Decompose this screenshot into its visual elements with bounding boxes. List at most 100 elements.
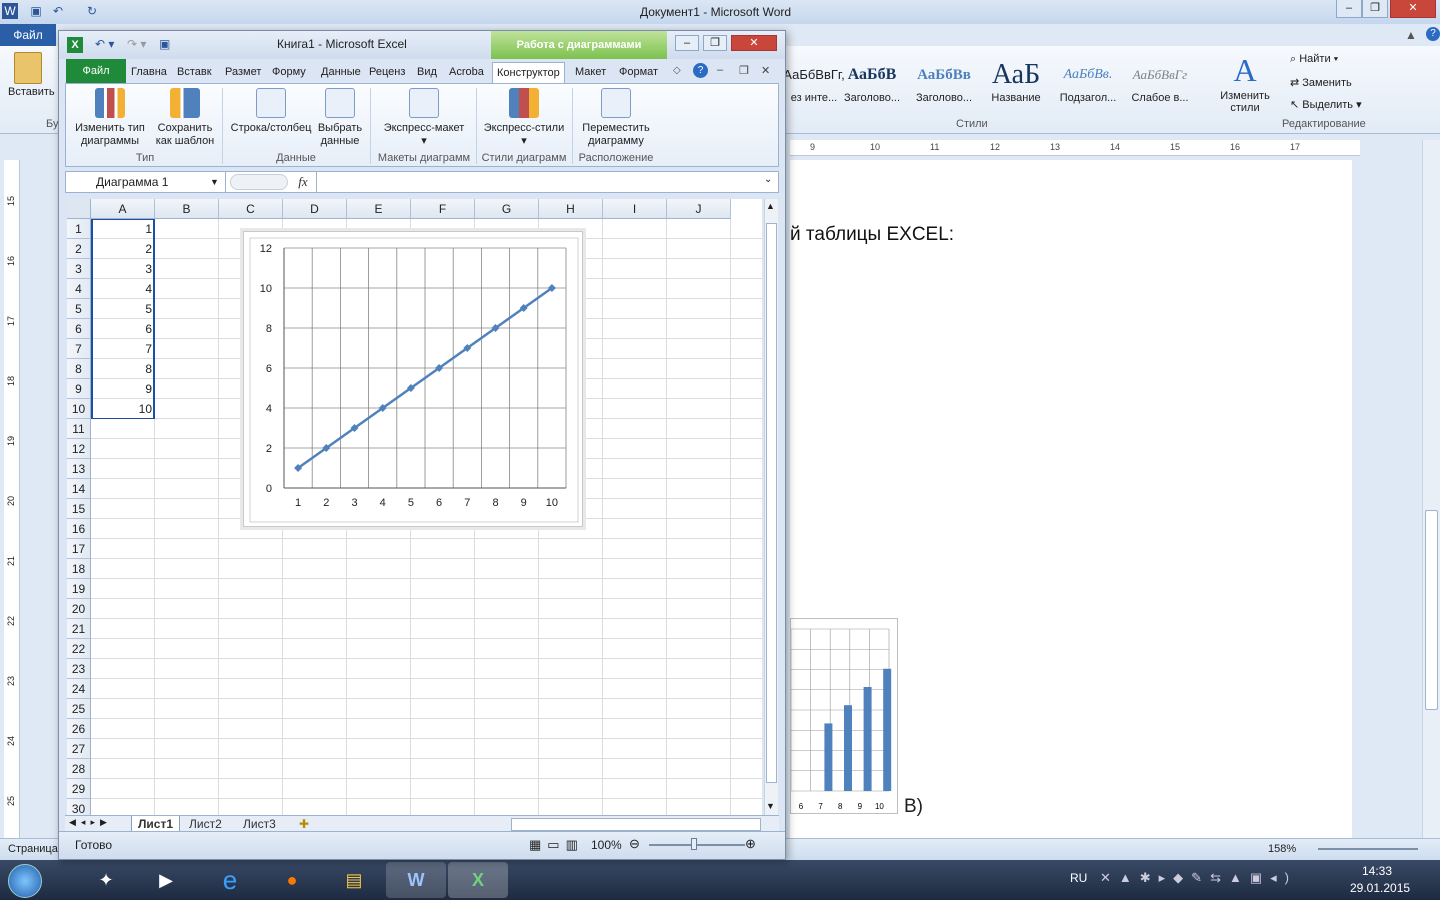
clock-time[interactable]: 14:33 bbox=[1362, 864, 1392, 878]
row-header[interactable]: 20 bbox=[67, 599, 91, 619]
minimize-button[interactable]: – bbox=[1336, 0, 1362, 18]
style-subtle-emphasis[interactable]: АаБбВвГг Слабое в... bbox=[1128, 58, 1192, 114]
formula-expand-icon[interactable]: ⌄ bbox=[764, 174, 772, 185]
taskbar-ie-icon[interactable]: e bbox=[200, 862, 260, 898]
row-header[interactable]: 29 bbox=[67, 779, 91, 799]
column-header[interactable]: J bbox=[667, 199, 731, 219]
row-header[interactable]: 11 bbox=[67, 419, 91, 439]
taskbar-word-icon[interactable]: W bbox=[386, 862, 446, 898]
row-header[interactable]: 27 bbox=[67, 739, 91, 759]
row-header[interactable]: 1 bbox=[67, 219, 91, 239]
view-mode-icons[interactable]: ▦▭▥ bbox=[529, 837, 584, 853]
horizontal-scrollbar[interactable] bbox=[511, 818, 761, 831]
style-subtitle[interactable]: АаБбВв. Подзагол... bbox=[1056, 58, 1120, 114]
tab-insert[interactable]: Вставк bbox=[173, 62, 216, 83]
column-header[interactable]: G bbox=[475, 199, 539, 219]
row-header[interactable]: 25 bbox=[67, 699, 91, 719]
formula-input[interactable] bbox=[316, 172, 762, 192]
worksheet-grid[interactable]: A B C D E F G H I J 1 2 3 4 5 6 7 8 9 10 11 12 13 14 15 16 17 18 19 2… bbox=[67, 199, 762, 815]
word-scroll-thumb[interactable] bbox=[1425, 510, 1438, 710]
maximize-button[interactable]: ❐ bbox=[1362, 0, 1388, 18]
excel-zoom-slider[interactable] bbox=[649, 844, 745, 846]
save-icon[interactable]: ▣ bbox=[28, 3, 44, 19]
excel-redo-icon[interactable]: ↷ ▾ bbox=[127, 37, 146, 51]
help-icon[interactable]: ? bbox=[1426, 27, 1440, 41]
workbook-close-icon[interactable]: ✕ bbox=[761, 64, 770, 77]
chart-object[interactable]: 0 2 4 6 8 10 12 1 2 3 4 5 6 7 8 9 10 bbox=[243, 231, 583, 527]
column-header[interactable]: D bbox=[283, 199, 347, 219]
tab-page-layout[interactable]: Размет bbox=[221, 62, 265, 83]
tab-review[interactable]: Реценз bbox=[365, 62, 409, 83]
excel-help-icon[interactable]: ? bbox=[693, 63, 708, 78]
row-header[interactable]: 13 bbox=[67, 459, 91, 479]
excel-vertical-scrollbar[interactable]: ▲ ▼ bbox=[764, 199, 778, 815]
row-header[interactable]: 30 bbox=[67, 799, 91, 815]
redo-icon[interactable]: ↻ bbox=[84, 3, 100, 19]
row-header[interactable]: 21 bbox=[67, 619, 91, 639]
clock-date[interactable]: 29.01.2015 bbox=[1350, 881, 1410, 895]
find-button[interactable]: ⌕ Найти ▾ bbox=[1290, 53, 1338, 66]
row-header[interactable]: 9 bbox=[67, 379, 91, 399]
select-data-button[interactable]: Выбрать данные bbox=[314, 88, 366, 148]
excel-minimize-button[interactable]: – bbox=[675, 35, 699, 51]
tab-formulas[interactable]: Форму bbox=[268, 62, 310, 83]
style-no-spacing[interactable]: АаБбВвГг, ез инте... bbox=[782, 58, 846, 114]
save-as-template-button[interactable]: Сохранить как шаблон bbox=[150, 88, 220, 148]
taskbar-tools-icon[interactable]: ✦ bbox=[76, 862, 136, 898]
excel-save-icon[interactable]: ▣ bbox=[159, 37, 170, 51]
taskbar-firefox-icon[interactable]: ● bbox=[262, 862, 322, 898]
zoom-in-icon[interactable]: ⊕ bbox=[745, 836, 756, 852]
row-header[interactable]: 28 bbox=[67, 759, 91, 779]
row-header[interactable]: 14 bbox=[67, 479, 91, 499]
tab-view[interactable]: Вид bbox=[413, 62, 441, 83]
language-indicator[interactable]: RU bbox=[1070, 871, 1087, 885]
switch-row-column-button[interactable]: Строка/столбец bbox=[226, 88, 316, 135]
style-title[interactable]: АаБ Название bbox=[984, 58, 1048, 114]
tab-home[interactable]: Главна bbox=[127, 62, 171, 83]
row-header[interactable]: 2 bbox=[67, 239, 91, 259]
ribbon-collapse-icon[interactable]: ▲ bbox=[1405, 28, 1417, 42]
column-header[interactable]: H bbox=[539, 199, 603, 219]
quick-layout-button[interactable]: Экспресс-макет ▾ bbox=[374, 88, 474, 148]
replace-button[interactable]: ⇄ Заменить bbox=[1290, 76, 1352, 89]
row-header[interactable]: 26 bbox=[67, 719, 91, 739]
close-button[interactable]: ✕ bbox=[1390, 0, 1436, 18]
row-header[interactable]: 17 bbox=[67, 539, 91, 559]
tab-layout[interactable]: Макет bbox=[571, 62, 610, 83]
name-box-dropdown-icon[interactable]: ▼ bbox=[210, 172, 219, 192]
name-box[interactable]: Диаграмма 1 ▼ bbox=[66, 172, 226, 192]
row-header[interactable]: 18 bbox=[67, 559, 91, 579]
row-header[interactable]: 12 bbox=[67, 439, 91, 459]
style-heading-1[interactable]: АаБбВ Заголово... bbox=[840, 58, 904, 114]
row-header[interactable]: 3 bbox=[67, 259, 91, 279]
excel-restore-button[interactable]: ❐ bbox=[703, 35, 727, 51]
start-button[interactable] bbox=[8, 864, 42, 898]
scroll-down-icon[interactable]: ▼ bbox=[766, 801, 775, 811]
row-header[interactable]: 23 bbox=[67, 659, 91, 679]
insert-sheet-icon[interactable]: ✚ bbox=[299, 817, 309, 831]
column-header[interactable]: E bbox=[347, 199, 411, 219]
excel-close-button[interactable]: ✕ bbox=[731, 35, 777, 51]
column-header[interactable]: A bbox=[91, 199, 155, 219]
quick-styles-button[interactable]: Экспресс-стили ▾ bbox=[478, 88, 570, 148]
paste-button[interactable]: Вставить bbox=[8, 52, 55, 98]
tab-format[interactable]: Формат bbox=[615, 62, 662, 83]
row-header[interactable]: 19 bbox=[67, 579, 91, 599]
row-header[interactable]: 8 bbox=[67, 359, 91, 379]
row-header[interactable]: 10 bbox=[67, 399, 91, 419]
zoom-out-icon[interactable]: ⊖ bbox=[629, 836, 640, 852]
column-header[interactable]: I bbox=[603, 199, 667, 219]
scroll-up-icon[interactable]: ▲ bbox=[766, 201, 775, 211]
word-zoom-slider[interactable] bbox=[1318, 848, 1418, 850]
taskbar-excel-icon[interactable]: X bbox=[448, 862, 508, 898]
sheet-nav-icons[interactable]: ◀◂▸▶ bbox=[69, 817, 112, 828]
tab-design[interactable]: Конструктор bbox=[492, 62, 565, 83]
row-header[interactable]: 16 bbox=[67, 519, 91, 539]
change-styles-button[interactable]: A Изменить стили bbox=[1214, 52, 1276, 114]
word-vertical-scrollbar[interactable] bbox=[1422, 140, 1440, 840]
insert-function-icon[interactable]: fx bbox=[290, 172, 316, 192]
row-header[interactable]: 24 bbox=[67, 679, 91, 699]
select-button[interactable]: ↖ Выделить ▾ bbox=[1290, 98, 1362, 111]
style-heading-2[interactable]: АаБбВв Заголово... bbox=[912, 58, 976, 114]
excel-scroll-thumb[interactable] bbox=[766, 223, 777, 783]
